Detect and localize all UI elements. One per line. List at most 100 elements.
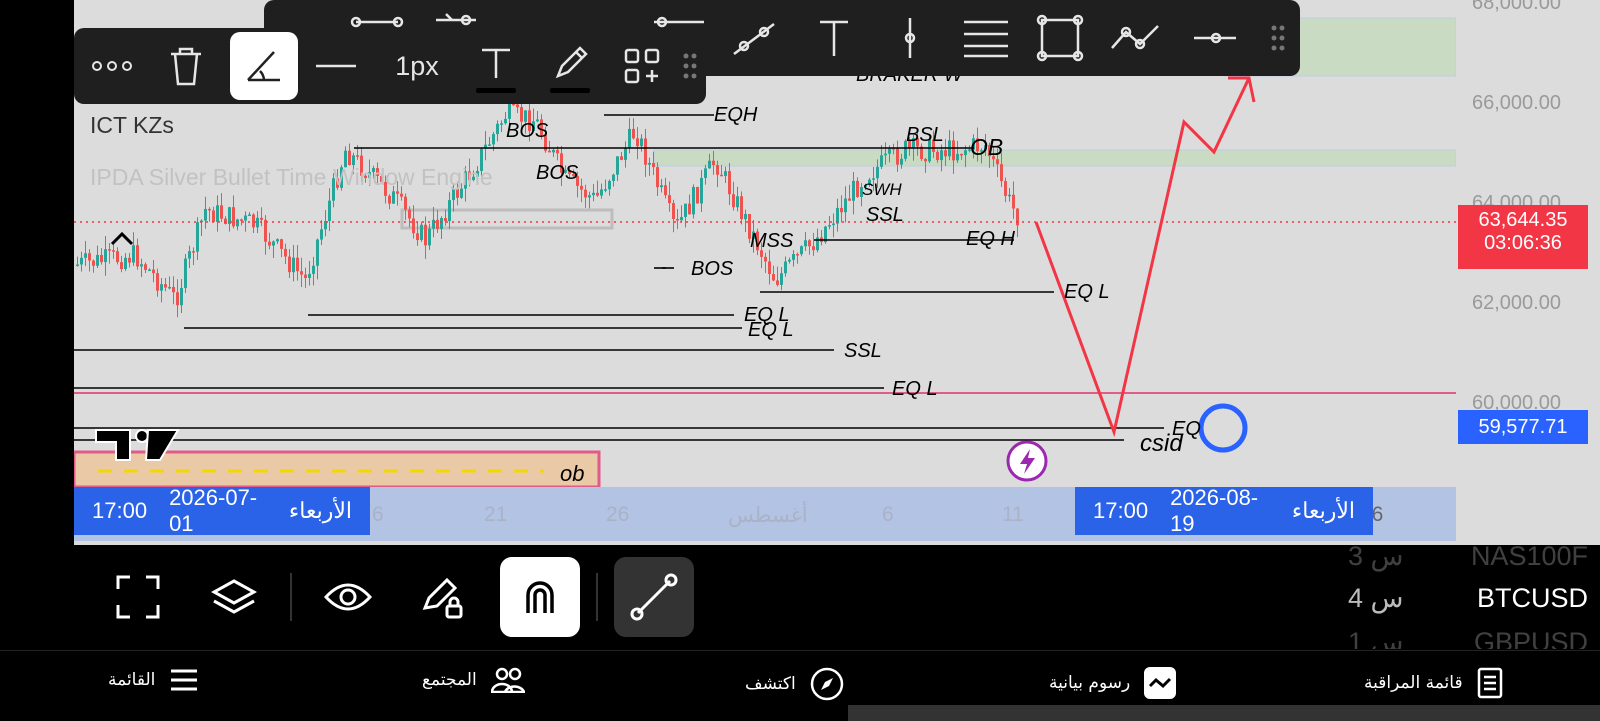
vertical-line-icon [904, 18, 916, 58]
candle-body [940, 150, 943, 161]
watchlist-item-btcusd[interactable]: 4 س BTCUSD [1348, 579, 1588, 619]
price-scale[interactable]: 68,000.00 66,000.00 64,000.00 62,000.00 … [1456, 0, 1600, 545]
date-end-date: 2026-08-19 [1170, 485, 1259, 536]
more-options-button[interactable] [84, 38, 140, 94]
candle-body [236, 219, 239, 227]
text-color-button[interactable] [468, 34, 524, 96]
candle-body [664, 185, 667, 196]
line-color-button[interactable] [542, 34, 598, 96]
info-line-icon [654, 16, 704, 28]
candle-body [300, 271, 303, 275]
current-price-badge: 63,644.35 03:06:36 [1458, 205, 1588, 269]
candle-body [672, 203, 675, 219]
candle-body [600, 189, 603, 196]
candle-body [852, 180, 855, 201]
candle-body [164, 284, 167, 288]
watchlist-symbol: GBPUSD [1473, 627, 1588, 649]
candle-body [152, 269, 155, 274]
label-bos-mid: BOS [536, 162, 579, 184]
candle-body [420, 224, 423, 241]
candle-body [1012, 194, 1015, 209]
projection-path[interactable] [1034, 77, 1251, 438]
candle-body [596, 192, 599, 196]
line-width-button[interactable]: 1px [374, 38, 460, 94]
time-tick: أغسطس [728, 504, 808, 527]
add-template-button[interactable] [614, 38, 670, 94]
candle-body [268, 241, 271, 246]
candle-body [828, 225, 831, 227]
ray-icon [436, 13, 476, 26]
candle-body [276, 239, 279, 242]
current-price-value: 63,644.35 [1478, 209, 1568, 231]
fullscreen-button[interactable] [98, 557, 178, 637]
layers-button[interactable] [194, 557, 274, 637]
visibility-button[interactable] [308, 557, 388, 637]
watchlist-item-gbpusd[interactable]: 1 س GBPUSD [1348, 623, 1588, 649]
path-icon [1111, 25, 1159, 50]
candle-body [296, 257, 299, 272]
candle-body [412, 218, 415, 234]
nav-community-label: المجتمع [422, 670, 477, 690]
circle-marker[interactable] [1198, 403, 1248, 453]
watchlist-time: 4 س [1348, 583, 1404, 613]
nav-explore[interactable]: اكتشف [745, 667, 844, 701]
candle-body [556, 149, 559, 154]
label-bsl: BSL [906, 124, 944, 146]
candle-body [400, 193, 403, 197]
candle-body [140, 264, 143, 267]
toolbar-divider [596, 573, 598, 621]
line-style-button[interactable] [308, 38, 364, 94]
rectangle-icon [1036, 14, 1084, 62]
candle-body [132, 245, 135, 263]
horizontal-ray-icon [1194, 32, 1236, 44]
drawing-tool-button[interactable] [614, 557, 694, 637]
label-ob-box: ob [560, 461, 585, 486]
fib-retracement-icon [964, 20, 1008, 58]
label-eq-l-d: EQ L [892, 378, 938, 400]
candle-body [436, 219, 439, 229]
label-ob-top: OB [970, 134, 1004, 160]
nav-menu[interactable]: القائمة [108, 667, 199, 693]
candle-body [348, 150, 351, 166]
collapse-icon[interactable] [110, 231, 134, 246]
time-tick: 6 [882, 503, 894, 526]
candle-body [428, 228, 431, 246]
community-icon [490, 667, 525, 693]
toolbar-drag-handle[interactable] [680, 50, 700, 82]
candle-body [416, 233, 419, 241]
candle-body [488, 144, 491, 146]
nav-menu-label: القائمة [108, 670, 156, 690]
candle-body [284, 248, 287, 257]
indicator-kz[interactable]: ICT KZs [90, 112, 174, 139]
date-start-date: 2026-07-01 [169, 485, 258, 536]
candle-body [192, 251, 195, 253]
lock-drawings-button[interactable] [402, 557, 482, 637]
nav-community[interactable]: المجتمع [422, 667, 525, 693]
nav-watchlist[interactable]: قائمة المراقبة [1364, 667, 1503, 699]
line-style-icon [316, 64, 356, 68]
candle-body [592, 192, 595, 196]
watchlist-item-nas100f[interactable]: 3 س NAS100F [1348, 533, 1588, 573]
object-properties-toolbar[interactable]: 1px [74, 28, 706, 104]
indicator-silver-bullet[interactable]: IPDA Silver Bullet Time Window Engine [90, 164, 493, 191]
magnet-button[interactable] [500, 557, 580, 637]
date-pill-start[interactable]: 17:00 2026-07-01 الأربعاء [74, 485, 370, 536]
label-swh: SWH [862, 180, 902, 199]
watchlist-time: 1 س [1348, 627, 1404, 649]
delete-button[interactable] [158, 38, 214, 94]
date-pill-end[interactable]: 17:00 2026-08-19 الأربعاء [1075, 485, 1373, 536]
candle-body [80, 257, 83, 265]
eye-icon [324, 583, 372, 611]
grid-plus-icon [624, 48, 660, 84]
candle-body [100, 254, 103, 263]
angle-style-button[interactable] [230, 32, 298, 100]
candle-body [356, 155, 359, 157]
gesture-bar [848, 705, 1600, 721]
label-eq-l-c: EQ L [748, 319, 794, 341]
candle-body [632, 128, 635, 139]
text-color-icon [476, 48, 516, 93]
candle-body [160, 284, 163, 291]
nav-charts[interactable]: رسوم بيانية [1049, 667, 1177, 699]
candle-body [264, 219, 267, 242]
text-tool-icon [820, 20, 848, 56]
